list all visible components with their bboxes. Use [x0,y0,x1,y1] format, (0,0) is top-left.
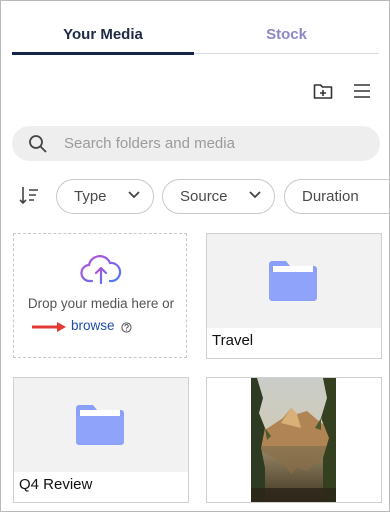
filter-duration[interactable]: Duration [284,179,389,214]
cloud-upload-icon [80,255,122,285]
folder-card-q4-review[interactable]: Q4 Review [13,377,189,503]
sort-button[interactable] [18,185,40,207]
filter-source-label: Source [180,188,228,205]
chevron-down-icon [128,191,140,199]
folder-name: Travel [212,332,254,349]
media-card-image[interactable] [206,377,382,503]
folder-icon [76,405,124,445]
folder-card-travel[interactable]: Travel [206,233,382,359]
menu-button[interactable] [350,79,374,103]
mountain-lake-photo [251,378,336,502]
filter-type[interactable]: Type [56,179,154,214]
tab-stock[interactable]: Stock [194,15,379,54]
filter-duration-label: Duration [302,188,359,205]
new-folder-button[interactable] [311,79,335,103]
folder-name: Q4 Review [19,476,93,493]
browse-link[interactable]: browse [71,318,115,333]
chevron-down-icon [249,191,261,199]
hamburger-menu-icon [354,84,370,98]
question-circle-icon[interactable] [121,322,132,333]
red-arrow-icon [32,322,66,332]
folder-icon [269,261,317,301]
search-input[interactable] [64,126,364,161]
folder-thumbnail [14,378,188,472]
filter-source[interactable]: Source [162,179,275,214]
upload-prompt: Drop your media here or [27,296,175,311]
browse-row: browse [14,318,188,336]
upload-dropzone[interactable]: Drop your media here or browse [13,233,187,358]
media-panel: Your Media Stock Type Source [0,0,390,512]
tab-bar: Your Media Stock [12,15,379,55]
tab-your-media[interactable]: Your Media [12,15,194,55]
sort-descending-icon [19,187,38,205]
search-bar [12,126,380,161]
folder-plus-icon [313,84,333,99]
folder-thumbnail [207,234,381,328]
search-icon [29,135,47,153]
filter-type-label: Type [74,188,107,205]
